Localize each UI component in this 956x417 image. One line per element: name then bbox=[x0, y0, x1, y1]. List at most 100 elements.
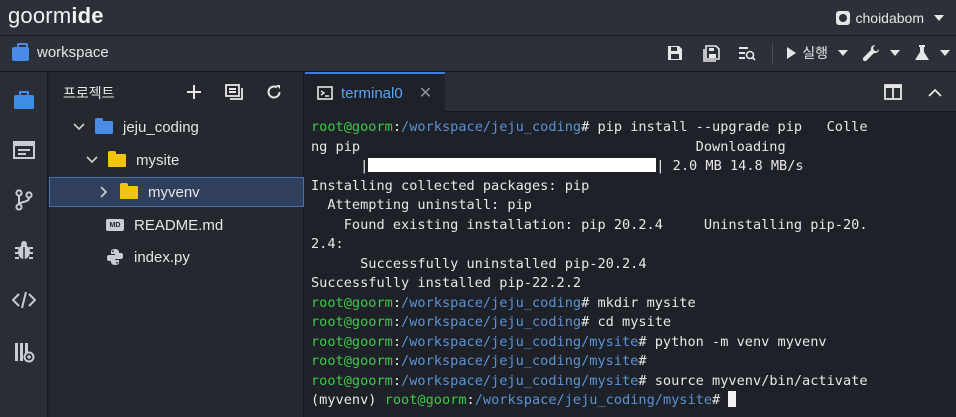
user-name: choidabom bbox=[855, 10, 925, 26]
prompt-path: /workspace/jeju_coding/mysite bbox=[401, 333, 639, 350]
debug-button[interactable] bbox=[0, 230, 48, 270]
git-branch-icon bbox=[15, 189, 33, 211]
window-icon bbox=[13, 141, 35, 159]
split-view-icon[interactable] bbox=[882, 81, 904, 103]
prompt-path: /workspace/jeju_coding bbox=[401, 119, 582, 135]
flask-icon bbox=[915, 45, 929, 60]
python-file-icon bbox=[106, 248, 124, 266]
refresh-icon[interactable] bbox=[263, 81, 285, 103]
terminal-line: Found existing installation: pip 20.2.4 … bbox=[311, 216, 868, 233]
chevron-down-icon bbox=[86, 154, 98, 166]
git-button[interactable] bbox=[0, 180, 48, 220]
test-button[interactable] bbox=[914, 44, 950, 62]
run-label: 실행 bbox=[802, 45, 828, 61]
terminal-line: Installing collected packages: pip bbox=[311, 177, 590, 194]
project-explorer-button[interactable] bbox=[0, 80, 48, 120]
chevron-down-icon bbox=[934, 15, 944, 21]
tree-item-readme[interactable]: MD README.md bbox=[49, 210, 304, 240]
brand-text: goorm bbox=[8, 3, 72, 28]
terminal-line: (myvenv) root@goorm:/workspace/jeju_codi… bbox=[311, 391, 951, 411]
toolbar-divider bbox=[772, 43, 774, 63]
tree-item-label: mysite bbox=[136, 151, 180, 169]
code-button[interactable] bbox=[0, 280, 48, 320]
terminal-line: root@goorm:/workspace/jeju_coding/mysite… bbox=[311, 333, 827, 350]
prompt-path: /workspace/jeju_coding/mysite bbox=[401, 372, 639, 389]
chevron-down-icon bbox=[838, 50, 848, 56]
project-title: 프로젝트 bbox=[63, 85, 115, 101]
github-icon bbox=[835, 11, 850, 25]
workspace-title[interactable]: workspace bbox=[12, 42, 109, 61]
prompt-path: /workspace/jeju_coding bbox=[401, 294, 582, 311]
terminal-tab-actions bbox=[882, 81, 946, 103]
library-icon bbox=[15, 343, 35, 363]
chevron-down-icon bbox=[73, 121, 85, 133]
folder-icon bbox=[108, 150, 126, 167]
chevron-down-icon bbox=[890, 50, 900, 56]
briefcase-icon bbox=[12, 42, 29, 61]
tree-item-myvenv[interactable]: myvenv bbox=[49, 177, 304, 207]
terminal-command: # cd mysite bbox=[581, 314, 672, 330]
terminal-line: root@goorm:/workspace/jeju_coding/mysite… bbox=[311, 353, 647, 369]
tree-item-label: myvenv bbox=[148, 183, 200, 201]
terminal-line: 2.4: bbox=[311, 236, 344, 252]
prompt-user: root@goorm bbox=[311, 372, 393, 389]
search-replace-icon[interactable] bbox=[736, 42, 758, 64]
prompt-user: root@goorm bbox=[311, 333, 393, 350]
save-all-icon[interactable] bbox=[700, 42, 722, 64]
prompt-path: /workspace/jeju_coding/mysite bbox=[401, 353, 639, 369]
tree-item-label: jeju_coding bbox=[123, 118, 199, 136]
folder-icon bbox=[95, 117, 113, 134]
brand-logo[interactable]: goormide bbox=[8, 3, 104, 29]
terminal-command: # mkdir mysite bbox=[581, 294, 696, 311]
terminal-line: Successfully installed pip-22.2.2 bbox=[311, 275, 582, 291]
prompt-path: /workspace/jeju_coding/mysite bbox=[474, 392, 713, 408]
markdown-file-icon: MD bbox=[106, 219, 124, 231]
briefcase-icon bbox=[14, 91, 34, 109]
terminal-panel: terminal0 ✕ root@goorm:/workspace/jeju_c… bbox=[305, 72, 956, 417]
code-icon bbox=[12, 291, 36, 309]
prompt-user: root@goorm bbox=[311, 294, 393, 311]
prompt-path: /workspace/jeju_coding bbox=[401, 314, 582, 330]
activity-bar bbox=[0, 72, 48, 417]
terminal-line: root@goorm:/workspace/jeju_coding/mysite… bbox=[311, 372, 868, 389]
chevron-right-icon bbox=[98, 186, 110, 198]
project-header: 프로젝트 bbox=[49, 72, 303, 112]
chevron-up-icon[interactable] bbox=[924, 81, 946, 103]
close-icon[interactable]: ✕ bbox=[419, 83, 432, 103]
terminal-line: ng pip Downloading bbox=[311, 138, 786, 155]
browser-button[interactable] bbox=[0, 130, 48, 170]
prompt-user: root@goorm bbox=[311, 119, 393, 135]
library-button[interactable] bbox=[0, 332, 48, 372]
build-button[interactable] bbox=[862, 44, 900, 62]
tree-item-jeju-coding[interactable]: jeju_coding bbox=[49, 112, 304, 142]
prompt-user: root@goorm bbox=[384, 392, 467, 408]
wrench-icon bbox=[862, 44, 880, 62]
bug-icon bbox=[15, 241, 33, 259]
terminal-line: Attempting uninstall: pip bbox=[311, 197, 532, 213]
terminal-icon bbox=[317, 86, 333, 100]
chevron-down-icon bbox=[940, 50, 950, 56]
terminal-command: # source myvenv/bin/activate bbox=[638, 372, 868, 389]
workspace-bar: workspace 실행 bbox=[0, 36, 956, 72]
terminal-line: | | 2.0 MB 14.8 MB/s bbox=[311, 157, 951, 177]
text-cursor bbox=[728, 391, 737, 407]
terminal-line: Successfully uninstalled pip-20.2.4 bbox=[311, 255, 647, 272]
top-bar: goormide choidabom bbox=[0, 0, 956, 36]
terminal-command: # pip install --upgrade pip Colle bbox=[581, 119, 868, 135]
tree-item-label: index.py bbox=[134, 248, 190, 266]
terminal-line: root@goorm:/workspace/jeju_coding# cd my… bbox=[311, 314, 672, 330]
prompt-user: root@goorm bbox=[311, 314, 393, 330]
tab-terminal0[interactable]: terminal0 ✕ bbox=[305, 72, 445, 112]
user-menu[interactable]: choidabom bbox=[835, 10, 944, 26]
terminal-tab-bar: terminal0 ✕ bbox=[305, 72, 956, 112]
tree-item-mysite[interactable]: mysite bbox=[49, 145, 304, 175]
collapse-all-icon[interactable] bbox=[223, 81, 245, 103]
add-icon[interactable] bbox=[183, 81, 205, 103]
tree-item-index-py[interactable]: index.py bbox=[49, 242, 304, 272]
run-button[interactable]: 실행 bbox=[787, 43, 848, 63]
save-icon[interactable] bbox=[664, 42, 686, 64]
progress-info: | 2.0 MB 14.8 MB/s bbox=[656, 158, 804, 174]
play-icon bbox=[787, 47, 797, 59]
terminal-output[interactable]: root@goorm:/workspace/jeju_coding# pip i… bbox=[311, 118, 951, 411]
tab-label: terminal0 bbox=[341, 84, 403, 102]
